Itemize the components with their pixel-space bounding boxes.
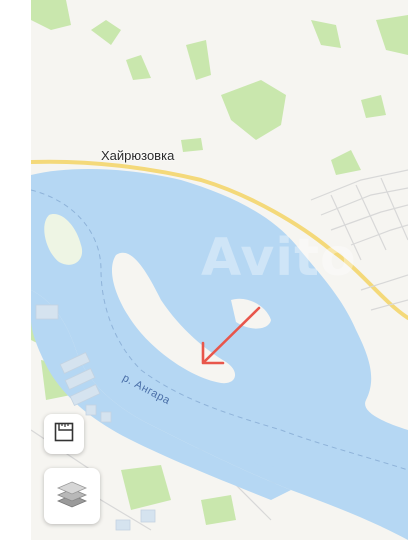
layers-button[interactable] [44, 468, 100, 524]
avito-watermark: Avito [201, 228, 357, 288]
map-view[interactable]: Avito Хайрюзовка р. Ангара [31, 0, 408, 540]
ruler-icon [53, 421, 75, 447]
map-screen: Avito Хайрюзовка р. Ангара [0, 0, 408, 540]
left-margin [0, 0, 31, 540]
layers-icon [55, 479, 89, 513]
ruler-button[interactable] [44, 414, 84, 454]
village-label: Хайрюзовка [101, 148, 175, 163]
